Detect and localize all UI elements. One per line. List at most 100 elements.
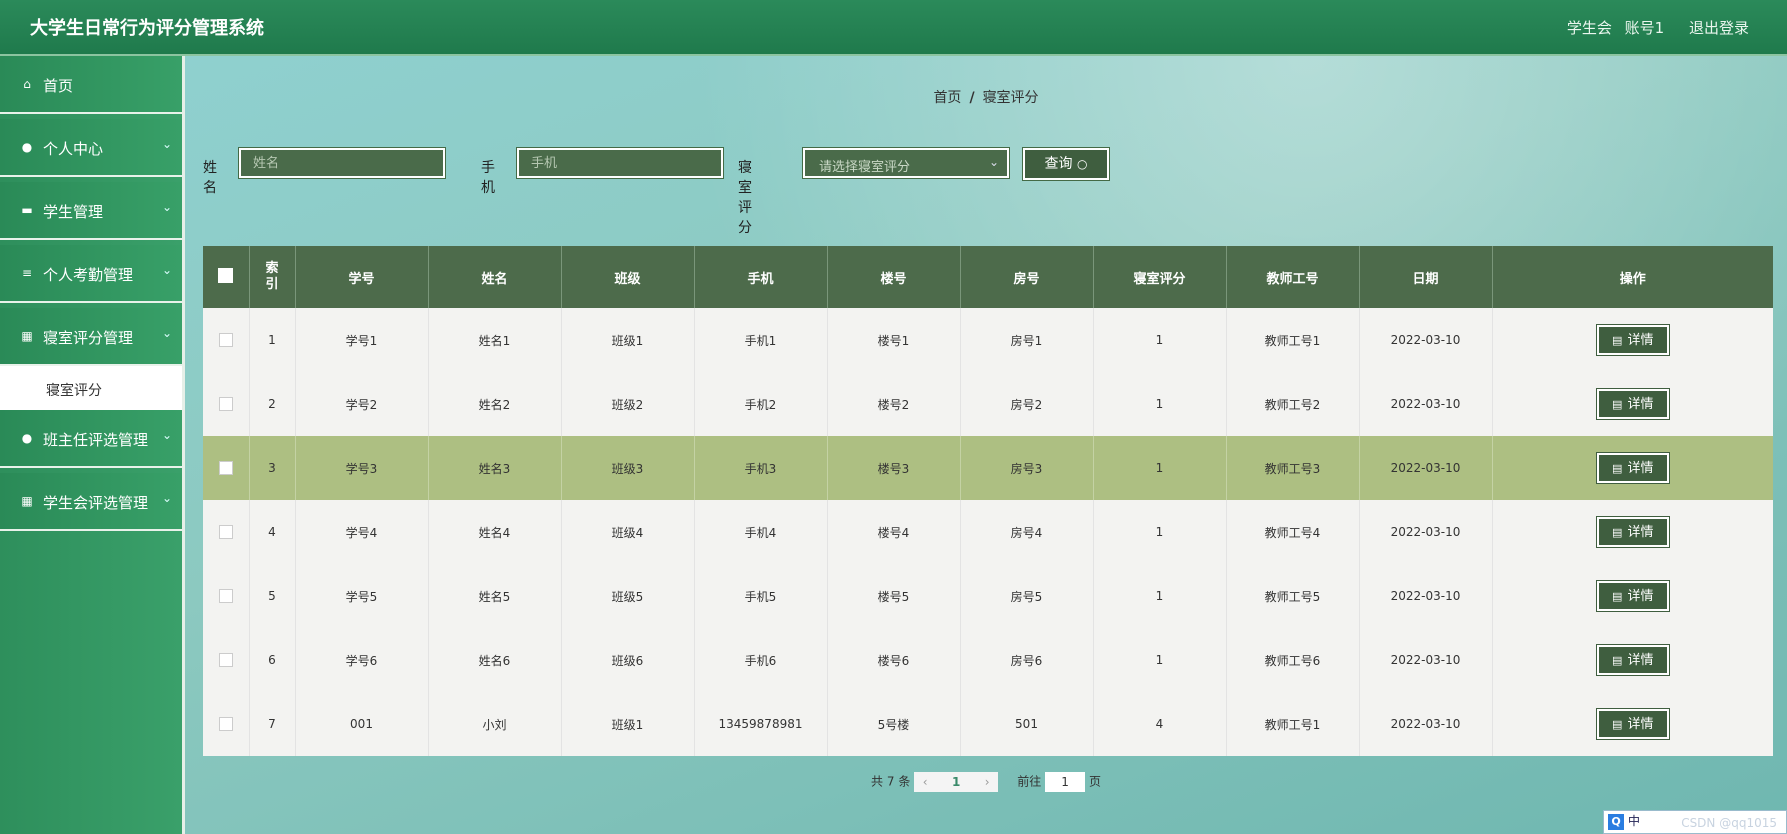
- detail-button[interactable]: ▤ 详情: [1595, 644, 1670, 676]
- dorm-score-select[interactable]: 请选择寝室评分 ⌄: [802, 147, 1010, 179]
- table-cell: 001: [295, 692, 429, 756]
- ime-mode[interactable]: 中: [1628, 814, 1640, 828]
- logout-link[interactable]: 退出登录: [1689, 19, 1749, 37]
- sidebar-item-students[interactable]: ▬ 学生管理 ⌄: [0, 182, 182, 240]
- row-checkbox[interactable]: [218, 333, 233, 348]
- row-select-cell: [203, 628, 250, 692]
- total-count: 7: [886, 774, 895, 789]
- sidebar-item-label: 学生管理: [43, 203, 104, 221]
- sidebar-item-home[interactable]: ⌂ 首页: [0, 56, 182, 114]
- sidebar-item-teacher-selection[interactable]: ● 班主任评选管理 ⌄: [0, 410, 182, 468]
- table-cell: 班级6: [561, 628, 695, 692]
- column-header: 房号: [960, 246, 1094, 308]
- ime-logo-icon: Q: [1608, 814, 1624, 830]
- sidebar-item-profile[interactable]: ● 个人中心 ⌄: [0, 119, 182, 177]
- table-cell: 学号6: [295, 628, 429, 692]
- sliders-icon: ≡: [21, 266, 33, 280]
- header-user-area: 学生会 账号1 退出登录: [1559, 17, 1749, 38]
- page-number[interactable]: 1: [936, 772, 977, 792]
- table-cell: 2: [249, 372, 296, 436]
- grid-icon: ▦: [21, 329, 33, 343]
- row-select-cell: [203, 500, 250, 564]
- row-checkbox[interactable]: [218, 589, 233, 604]
- table-cell: 房号6: [960, 628, 1094, 692]
- detail-button[interactable]: ▤ 详情: [1595, 580, 1670, 612]
- select-all-cell: [203, 246, 250, 308]
- document-icon: ▤: [1612, 654, 1623, 667]
- table-cell: 手机3: [694, 436, 828, 500]
- row-select-cell: [203, 372, 250, 436]
- row-checkbox[interactable]: [218, 717, 233, 732]
- row-checkbox[interactable]: [218, 461, 233, 476]
- phone-input[interactable]: [516, 147, 724, 179]
- detail-button-label: 详情: [1627, 397, 1654, 412]
- table-cell: 学号5: [295, 564, 429, 628]
- table-cell: 501: [960, 692, 1094, 756]
- table-cell: 3: [249, 436, 296, 500]
- sidebar-item-dorm-score[interactable]: ▦ 寝室评分管理 ⌄: [0, 308, 182, 366]
- table-cell: 1: [1093, 308, 1227, 372]
- next-page-icon[interactable]: ›: [976, 772, 999, 792]
- table-cell: 1: [249, 308, 296, 372]
- breadcrumb-home[interactable]: 首页: [933, 90, 961, 106]
- goto-page-input[interactable]: 1: [1045, 772, 1086, 792]
- detail-button[interactable]: ▤ 详情: [1595, 516, 1670, 548]
- row-checkbox[interactable]: [218, 653, 233, 668]
- table-cell: 教师工号3: [1226, 436, 1360, 500]
- select-all-checkbox[interactable]: [218, 267, 234, 283]
- table-row[interactable]: 2 学号2 姓名2 班级2 手机2 楼号2 房号2 1 教师工号2 2022-03-10 ▤ 详情: [203, 372, 1773, 436]
- sidebar-item-attendance[interactable]: ≡ 个人考勤管理 ⌄: [0, 245, 182, 303]
- query-button[interactable]: 查询 ○: [1022, 147, 1110, 181]
- dorm-score-select-placeholder: 请选择寝室评分: [819, 160, 911, 175]
- row-select-cell: [203, 564, 250, 628]
- action-cell: ▤ 详情: [1492, 628, 1773, 692]
- document-icon: ▤: [1612, 334, 1623, 347]
- table-row[interactable]: 5 学号5 姓名5 班级5 手机5 楼号5 房号5 1 教师工号5 2022-03-10 ▤ 详情: [203, 564, 1773, 628]
- detail-button-label: 详情: [1627, 333, 1654, 348]
- table-row[interactable]: 6 学号6 姓名6 班级6 手机6 楼号6 房号6 1 教师工号6 2022-03-10 ▤ 详情: [203, 628, 1773, 692]
- row-checkbox[interactable]: [218, 525, 233, 540]
- prev-page-icon[interactable]: ‹: [914, 772, 937, 792]
- ticket-icon: ▬: [21, 203, 33, 217]
- breadcrumb-current: 寝室评分: [982, 90, 1039, 106]
- table-cell: 房号4: [960, 500, 1094, 564]
- table-row[interactable]: 7 001 小刘 班级1 13459878981 5号楼 501 4 教师工号1 2022-03-…: [203, 692, 1773, 756]
- table-header-row: 索引 学号 姓名 班级 手机 楼号 房号 寝室评分 教师工号 日期 操作: [203, 246, 1773, 308]
- detail-button[interactable]: ▤ 详情: [1595, 708, 1670, 740]
- detail-button-label: 详情: [1627, 717, 1654, 732]
- sidebar-subitem-dorm-score[interactable]: 寝室评分: [0, 366, 182, 410]
- table-cell: 班级2: [561, 372, 695, 436]
- table-cell: 2022-03-10: [1359, 564, 1493, 628]
- column-header: 日期: [1359, 246, 1493, 308]
- table-cell: 手机6: [694, 628, 828, 692]
- table-cell: 班级3: [561, 436, 695, 500]
- detail-button-label: 详情: [1627, 461, 1654, 476]
- column-header: 寝室评分: [1093, 246, 1227, 308]
- name-input[interactable]: [238, 147, 446, 179]
- row-checkbox[interactable]: [218, 397, 233, 412]
- action-cell: ▤ 详情: [1492, 436, 1773, 500]
- table-row[interactable]: 4 学号4 姓名4 班级4 手机4 楼号4 房号4 1 教师工号4 2022-03-10 ▤ 详情: [203, 500, 1773, 564]
- table-cell: 1: [1093, 628, 1227, 692]
- table-row[interactable]: 3 学号3 姓名3 班级3 手机3 楼号3 房号3 1 教师工号3 2022-03-10 ▤ 详情: [203, 436, 1773, 500]
- detail-button[interactable]: ▤ 详情: [1595, 388, 1670, 420]
- grid-icon: ▦: [21, 494, 33, 508]
- table-cell: 房号5: [960, 564, 1094, 628]
- table-cell: 房号3: [960, 436, 1094, 500]
- column-header: 教师工号: [1226, 246, 1360, 308]
- table-row[interactable]: 1 学号1 姓名1 班级1 手机1 楼号1 房号1 1 教师工号1 2022-03-10 ▤ 详情: [203, 308, 1773, 372]
- table-cell: 姓名1: [428, 308, 562, 372]
- table-cell: 手机5: [694, 564, 828, 628]
- action-cell: ▤ 详情: [1492, 692, 1773, 756]
- sidebar-item-union-selection[interactable]: ▦ 学生会评选管理 ⌄: [0, 473, 182, 531]
- table-cell: 楼号5: [827, 564, 961, 628]
- table-cell: 班级5: [561, 564, 695, 628]
- document-icon: ▤: [1612, 398, 1623, 411]
- column-header: 索引: [249, 246, 296, 308]
- detail-button[interactable]: ▤ 详情: [1595, 452, 1670, 484]
- table-cell: 楼号4: [827, 500, 961, 564]
- detail-button[interactable]: ▤ 详情: [1595, 324, 1670, 356]
- table-cell: 2022-03-10: [1359, 692, 1493, 756]
- chevron-down-icon: ⌄: [161, 491, 172, 505]
- total-prefix: 共: [871, 774, 884, 789]
